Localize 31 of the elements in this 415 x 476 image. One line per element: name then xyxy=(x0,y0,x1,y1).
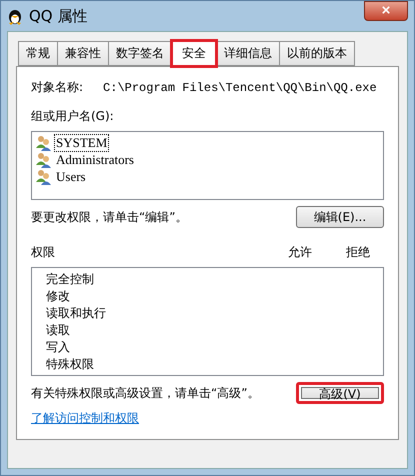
object-name-label: 对象名称: xyxy=(31,79,84,96)
users-icon xyxy=(36,135,52,151)
permission-name: 读取 xyxy=(45,322,71,338)
permission-name: 写入 xyxy=(45,339,71,355)
object-name-value: C:\Program Files\Tencent\QQ\Bin\QQ.exe xyxy=(103,80,377,94)
user-list-item[interactable]: Users xyxy=(54,168,88,186)
permission-name: 特殊权限 xyxy=(45,356,95,372)
tab[interactable]: 详细信息 xyxy=(216,41,280,66)
tab[interactable]: 常规 xyxy=(18,41,58,66)
tab[interactable]: 以前的版本 xyxy=(279,41,355,66)
advanced-hint: 有关特殊权限或高级设置，请单击“高级”。 xyxy=(31,384,260,402)
users-icon xyxy=(36,152,52,168)
edit-button[interactable]: 编辑(E)... xyxy=(296,206,384,228)
permission-name: 修改 xyxy=(45,288,71,304)
user-list-item[interactable]: Administrators xyxy=(54,151,136,169)
user-list-item[interactable]: SYSTEM xyxy=(54,134,110,152)
column-header: 允许 xyxy=(288,244,312,261)
permission-name: 完全控制 xyxy=(45,271,95,287)
users-icon xyxy=(36,169,52,185)
permission-name: 读取和执行 xyxy=(45,305,107,321)
advanced-button[interactable]: 高级(V) xyxy=(296,382,384,404)
help-link[interactable]: 了解访问控制和权限 xyxy=(31,411,139,425)
window-title: QQ 属性 xyxy=(29,6,88,26)
tab[interactable]: 兼容性 xyxy=(57,41,109,66)
groups-label: 组或用户名(G): xyxy=(31,108,115,125)
column-header: 拒绝 xyxy=(346,244,370,261)
penguin-icon xyxy=(7,7,23,25)
tab[interactable]: 安全 xyxy=(171,40,217,67)
permissions-label: 权限 xyxy=(31,244,55,261)
edit-hint: 要更改权限，请单击“编辑”。 xyxy=(31,208,188,226)
tab[interactable]: 数字签名 xyxy=(108,41,172,66)
